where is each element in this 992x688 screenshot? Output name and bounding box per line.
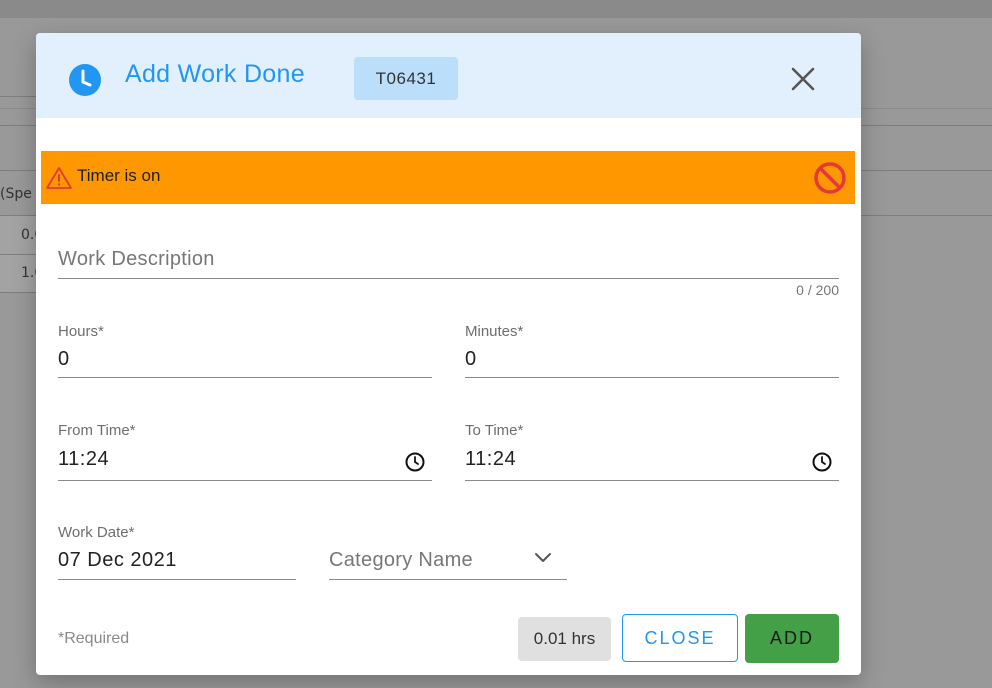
clock-icon xyxy=(69,64,101,96)
background-column-header: (Spe xyxy=(0,186,32,202)
from-time-value: 11:24 xyxy=(58,448,110,470)
minutes-field[interactable]: Minutes* 0 xyxy=(465,321,839,378)
work-date-field[interactable]: Work Date* 07 Dec 2021 xyxy=(58,522,296,580)
work-date-label: Work Date* xyxy=(58,524,135,541)
hours-underline xyxy=(58,377,432,378)
to-time-label: To Time* xyxy=(465,422,524,439)
work-date-value: 07 Dec 2021 xyxy=(58,549,177,571)
timer-alert-text: Timer is on xyxy=(77,166,161,185)
work-date-underline xyxy=(58,579,296,580)
close-icon[interactable] xyxy=(788,64,818,94)
close-button[interactable]: CLOSE xyxy=(622,614,738,662)
from-time-label: From Time* xyxy=(58,422,136,439)
hours-field[interactable]: Hours* 0 xyxy=(58,321,432,378)
chevron-down-icon xyxy=(535,553,551,562)
from-time-field[interactable]: From Time* 11:24 xyxy=(58,420,432,481)
category-placeholder: Category Name xyxy=(329,549,473,571)
background-topbar xyxy=(0,0,992,18)
from-time-underline xyxy=(58,480,432,481)
clock-icon[interactable] xyxy=(811,451,833,473)
ticket-id-badge: T06431 xyxy=(354,57,458,100)
work-description-underline xyxy=(58,278,839,279)
timer-alert: Timer is on xyxy=(41,151,855,204)
minutes-value: 0 xyxy=(465,348,477,370)
required-note: *Required xyxy=(58,630,130,647)
to-time-value: 11:24 xyxy=(465,448,517,470)
to-time-underline xyxy=(465,480,839,481)
work-description-placeholder: Work Description xyxy=(58,248,215,270)
dialog-header: Add Work Done T06431 xyxy=(36,33,861,118)
character-counter: 0 / 200 xyxy=(796,282,839,298)
dialog-title: Add Work Done xyxy=(125,60,305,88)
background-divider xyxy=(0,254,40,255)
background-divider xyxy=(0,292,40,293)
work-description-field[interactable]: Work Description xyxy=(58,246,839,282)
add-work-done-dialog: Add Work Done T06431 Timer is on Work De… xyxy=(36,33,861,675)
hours-label: Hours* xyxy=(58,323,104,340)
clock-icon[interactable] xyxy=(404,451,426,473)
category-select[interactable]: Category Name xyxy=(329,545,567,580)
background-divider xyxy=(0,96,40,97)
add-button[interactable]: ADD xyxy=(745,614,839,663)
minutes-label: Minutes* xyxy=(465,323,524,340)
to-time-field[interactable]: To Time* 11:24 xyxy=(465,420,839,481)
warning-icon xyxy=(46,167,72,189)
hours-value: 0 xyxy=(58,348,70,370)
stop-timer-icon[interactable] xyxy=(813,161,847,195)
total-hours-chip: 0.01 hrs xyxy=(518,617,611,661)
category-underline xyxy=(329,579,567,580)
minutes-underline xyxy=(465,377,839,378)
